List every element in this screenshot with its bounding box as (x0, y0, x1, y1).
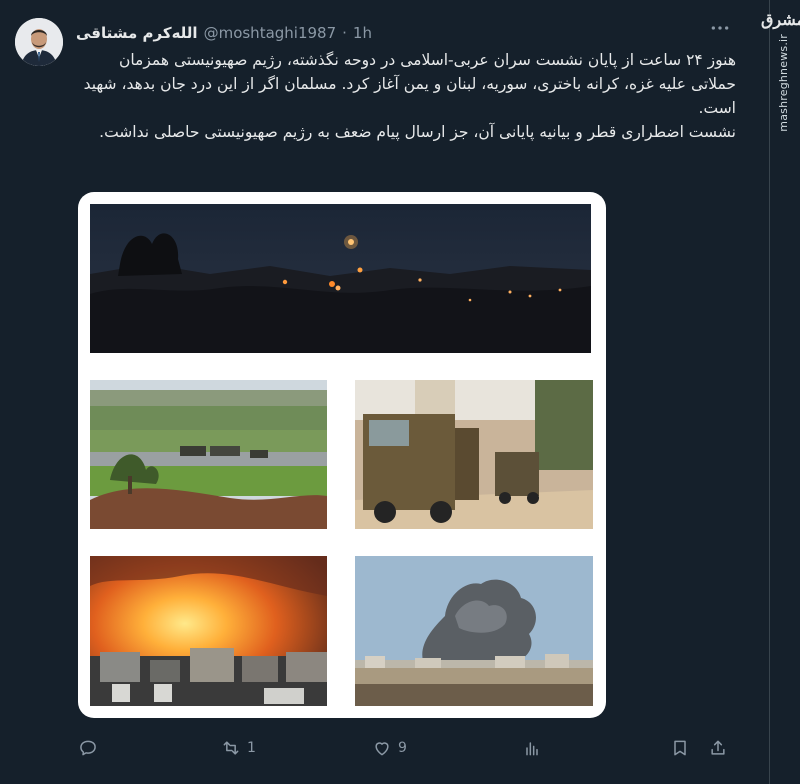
author-handle[interactable]: @moshtaghi1987 (204, 24, 337, 42)
header-separator: · (342, 24, 347, 42)
tweet-header: الله‌کرم مشتاقی @moshtaghi1987 · 1h (76, 22, 386, 44)
tweet-text: هنوز ۲۴ ساعت از پایان نشست سران عربی-اسل… (76, 48, 736, 144)
tweet-paragraph: هنوز ۲۴ ساعت از پایان نشست سران عربی-اسل… (83, 51, 736, 117)
avatar[interactable] (15, 18, 63, 66)
author-name[interactable]: الله‌کرم مشتاقی (76, 24, 198, 42)
retweet-icon (223, 741, 239, 755)
smoke-plume-city-icon (355, 556, 593, 706)
share-button[interactable] (708, 735, 728, 761)
tweet-actions: 1 9 (76, 735, 736, 761)
avatar-photo (15, 18, 63, 66)
views-button[interactable] (522, 735, 548, 761)
like-count: 9 (398, 740, 407, 756)
timeline-right-border (769, 0, 770, 784)
retweet-count: 1 (247, 740, 256, 756)
media-image-fire-explosion[interactable] (90, 556, 327, 706)
tweet-paragraph: نشست اضطراری قطر و بیانیه پایانی آن، جز … (99, 123, 736, 141)
watermark-logo: مشرق (760, 10, 800, 29)
watermark-site: mashreghnews.ir (776, 34, 790, 132)
retweet-button[interactable]: 1 (221, 735, 256, 761)
large-fire-explosion-icon (90, 556, 327, 706)
post-time[interactable]: 1h (353, 24, 372, 42)
armored-vehicles-street-icon (355, 380, 593, 529)
media-image-smoke-plume[interactable] (355, 556, 593, 706)
reply-icon (80, 740, 96, 756)
share-icon (711, 740, 725, 755)
analytics-icon (526, 742, 538, 756)
heart-icon (375, 742, 389, 756)
bookmark-icon (674, 740, 686, 756)
more-options-icon[interactable] (707, 18, 733, 38)
bookmark-button[interactable] (670, 735, 690, 761)
like-button[interactable]: 9 (372, 735, 407, 761)
reply-button[interactable] (78, 735, 104, 761)
media-image-field-vehicles[interactable] (90, 380, 327, 529)
media-card[interactable] (78, 192, 606, 718)
news-watermark: مشرق mashreghnews.ir (761, 12, 800, 132)
field-military-vehicles-icon (90, 380, 327, 529)
media-image-night-fires[interactable] (90, 204, 591, 353)
night-hills-fires-icon (90, 204, 591, 353)
media-image-armored-vehicles[interactable] (355, 380, 593, 529)
